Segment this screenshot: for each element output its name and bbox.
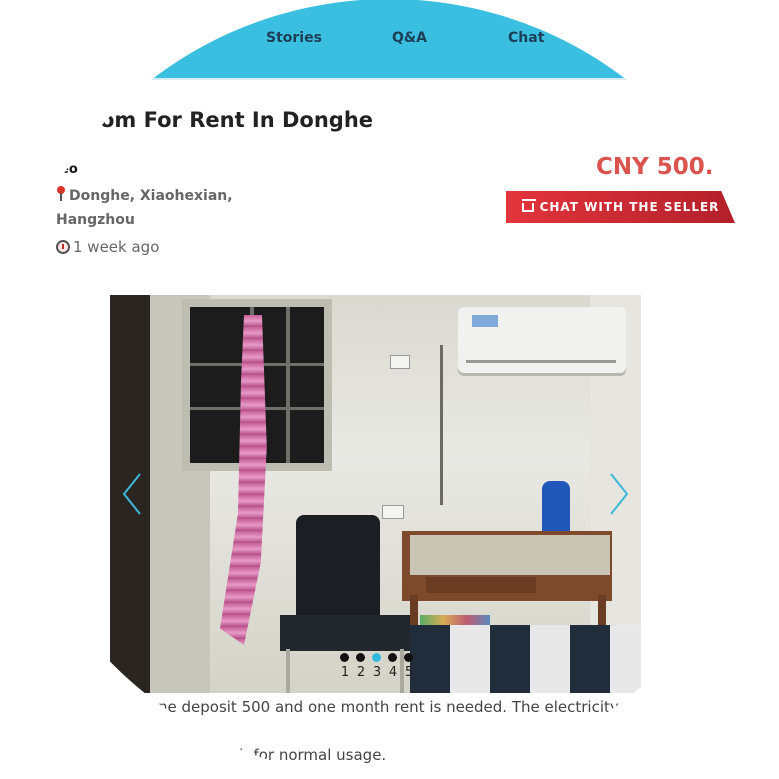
nav-item-chat[interactable]: Chat [508,30,544,46]
page-viewport: Stories Q&A Chat om For Rent In Donghe e… [0,0,779,779]
chat-with-seller-button[interactable]: CHAT WITH THE SELLER [506,191,735,223]
carousel-dot-5[interactable] [404,653,413,662]
listing-price: CNY 500.0 [596,154,730,180]
clock-icon [56,240,70,254]
chevron-right-icon [610,473,629,515]
chevron-left-icon [122,473,141,515]
description-line-1: ne deposit 500 and one month rent is nee… [158,698,619,740]
carousel-num-2: 2 [356,665,366,680]
carousel-prev-button[interactable] [120,470,144,518]
location-line1: Donghe, Xiaohexian, [69,188,233,204]
carousel-dot-3[interactable] [372,653,381,662]
nav-item-stories[interactable]: Stories [266,30,322,46]
carousel-num-4: 4 [388,665,398,680]
listing-location: Donghe, Xiaohexian, Hangzhou [56,184,246,232]
carousel-num-1: 1 [340,665,350,680]
carousel-dot-4[interactable] [388,653,397,662]
photo-carousel[interactable]: 1 2 3 4 5 [110,295,641,693]
shopping-cart-icon [521,198,536,212]
listing-description: ne deposit 500 and one month rent is nee… [158,695,628,767]
carousel-dot-1[interactable] [340,653,349,662]
description-line-2: month for normal usage. [200,746,387,764]
top-nav: Stories Q&A Chat [150,0,628,80]
seller-name[interactable]: eo [60,162,78,177]
nav-item-qa[interactable]: Q&A [392,30,427,46]
map-pin-icon [56,186,66,202]
listing-title: om For Rent In Donghe [100,108,374,132]
posted-time: 1 week ago [56,238,159,256]
carousel-next-button[interactable] [607,470,631,518]
carousel-dot-2[interactable] [356,653,365,662]
chat-button-label: CHAT WITH THE SELLER [539,200,720,214]
carousel-num-5: 5 [404,665,414,680]
room-photo [110,295,641,693]
posted-time-text: 1 week ago [73,238,160,256]
carousel-num-3: 3 [372,665,382,680]
carousel-indicators: 1 2 3 4 5 [338,653,418,681]
location-line2: Hangzhou [56,212,135,228]
